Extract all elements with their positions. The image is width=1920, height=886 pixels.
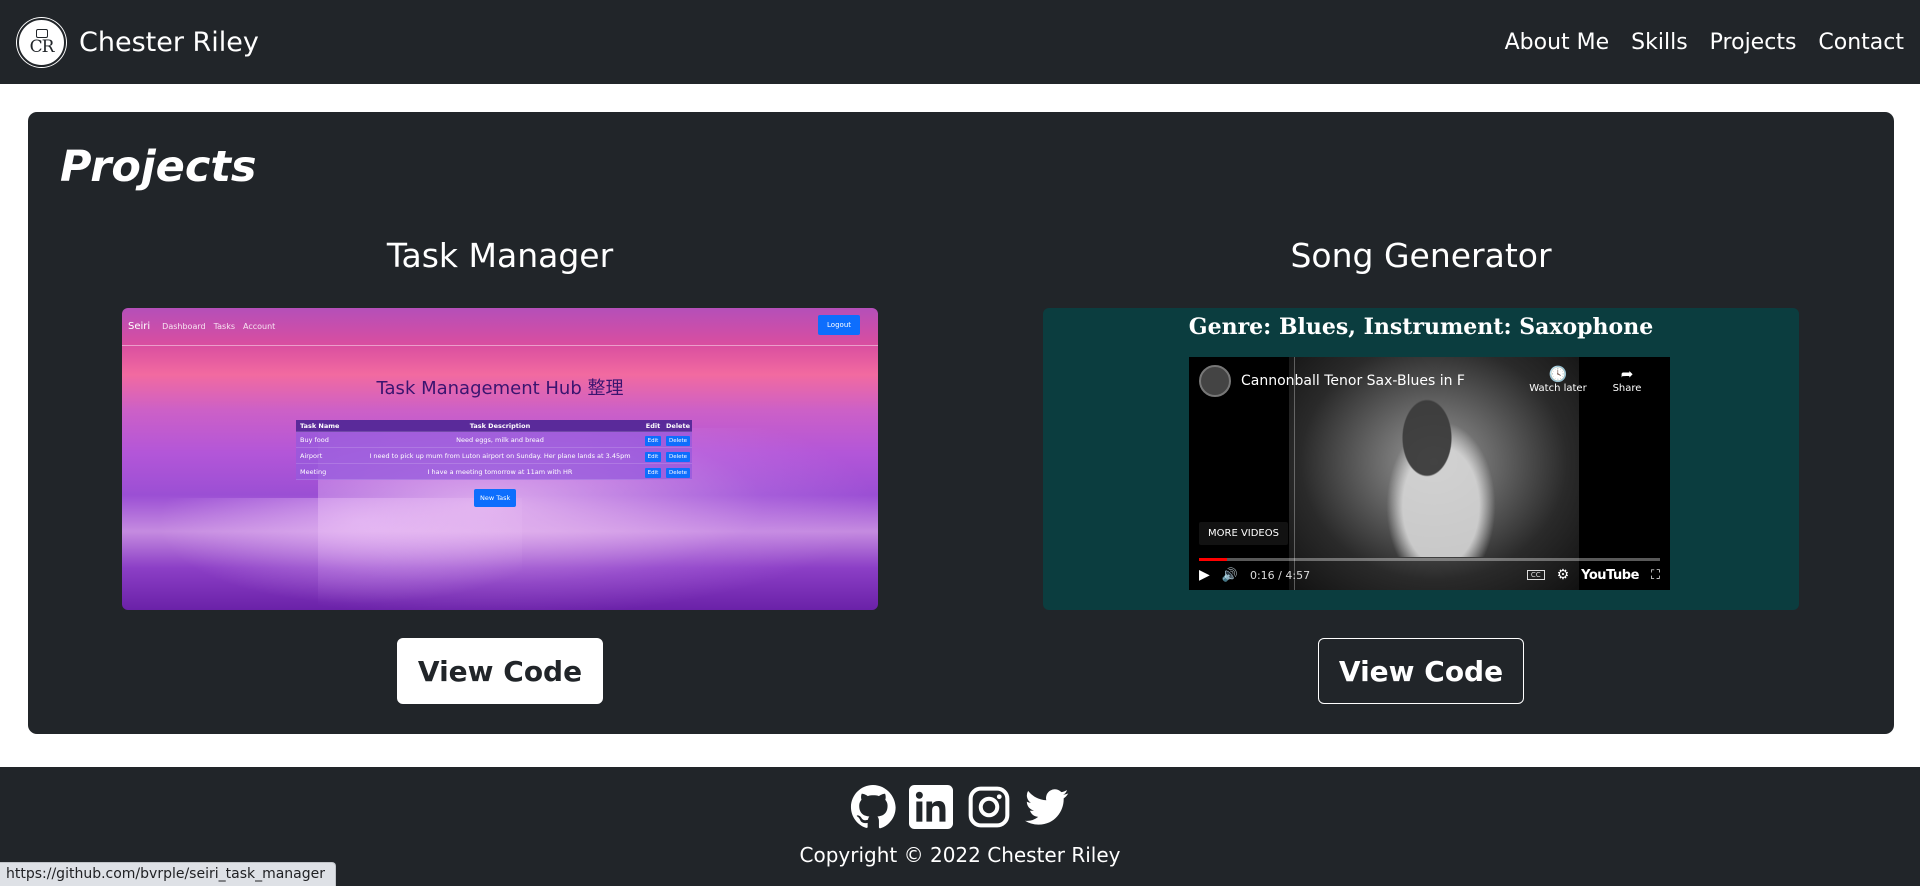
- play-icon[interactable]: ▶: [1199, 567, 1210, 583]
- project-song-generator: Song Generator Genre: Blues, Instrument:…: [1043, 236, 1799, 704]
- twitter-icon[interactable]: [1024, 784, 1070, 830]
- navbar: CR Chester Riley About Me Skills Project…: [0, 0, 1920, 84]
- section-title: Projects: [60, 142, 257, 192]
- share-icon: ➦: [1620, 365, 1634, 383]
- instagram-icon[interactable]: [966, 784, 1012, 830]
- nav-link-contact[interactable]: Contact: [1818, 30, 1904, 55]
- task-manager-screenshot: Seiri Dashboard Tasks Account Logout Tas…: [122, 308, 878, 610]
- watch-later-button[interactable]: 🕓 Watch later: [1525, 365, 1591, 394]
- more-videos-button[interactable]: MORE VIDEOS: [1199, 522, 1288, 545]
- youtube-logo[interactable]: YouTube: [1581, 568, 1639, 583]
- volume-icon[interactable]: 🔊: [1222, 568, 1238, 583]
- youtube-embed[interactable]: Cannonball Tenor Sax-Blues in F 🕓 Watch …: [1189, 357, 1670, 590]
- brand[interactable]: CR Chester Riley: [17, 17, 259, 67]
- projects-section: Projects Task Manager Seiri Dashboard Ta…: [28, 112, 1894, 734]
- screenshot-nav-dashboard: Dashboard: [162, 322, 206, 331]
- view-code-button-task-manager[interactable]: View Code: [397, 638, 603, 704]
- share-button[interactable]: ➦ Share: [1594, 365, 1660, 394]
- github-icon[interactable]: [850, 784, 896, 830]
- screenshot-new-task-button: New Task: [474, 489, 517, 507]
- project-title: Song Generator: [1290, 236, 1552, 275]
- project-title: Task Manager: [386, 236, 614, 275]
- project-task-manager: Task Manager Seiri Dashboard Tasks Accou…: [122, 236, 878, 704]
- screenshot-hub-title: Task Management Hub 整理: [376, 378, 624, 399]
- nav-link-about-me[interactable]: About Me: [1505, 30, 1610, 55]
- screenshot-logout-button: Logout: [818, 315, 860, 335]
- brand-name[interactable]: Chester Riley: [79, 27, 259, 58]
- video-title-bar: Cannonball Tenor Sax-Blues in F: [1199, 365, 1465, 397]
- table-row: Buy food Need eggs, milk and bread Edit …: [296, 432, 692, 448]
- table-row: Meeting I have a meeting tomorrow at 11a…: [296, 464, 692, 480]
- linkedin-icon[interactable]: [908, 784, 954, 830]
- screenshot-nav-tasks: Tasks: [213, 322, 236, 331]
- video-title: Cannonball Tenor Sax-Blues in F: [1241, 373, 1465, 389]
- fullscreen-icon[interactable]: ⛶: [1651, 568, 1660, 583]
- clock-icon: 🕓: [1548, 365, 1568, 383]
- screenshot-nav-account: Account: [243, 322, 276, 331]
- screenshot-task-table: Task Name Task Description Edit Delete B…: [296, 420, 692, 480]
- channel-avatar: [1199, 365, 1231, 397]
- video-time: 0:16 / 4:57: [1249, 568, 1311, 582]
- settings-gear-icon[interactable]: ⚙: [1557, 567, 1570, 583]
- nav-links: About Me Skills Projects Contact: [1505, 30, 1904, 55]
- video-progress-bar[interactable]: [1199, 558, 1660, 561]
- song-generator-screenshot: Genre: Blues, Instrument: Saxophone Cann…: [1043, 308, 1799, 610]
- genre-line: Genre: Blues, Instrument: Saxophone: [1188, 314, 1654, 340]
- nav-link-projects[interactable]: Projects: [1710, 30, 1797, 55]
- screenshot-navbar: Seiri Dashboard Tasks Account: [122, 308, 878, 346]
- table-header-row: Task Name Task Description Edit Delete: [296, 420, 692, 432]
- screenshot-brand: Seiri: [128, 321, 151, 332]
- video-controls: ▶ 🔊 0:16 / 4:57 CC ⚙ YouTube ⛶: [1199, 565, 1660, 585]
- table-row: Airport I need to pick up mum from Luton…: [296, 448, 692, 464]
- nav-link-skills[interactable]: Skills: [1631, 30, 1688, 55]
- view-code-button-song-generator[interactable]: View Code: [1318, 638, 1524, 704]
- social-links: [0, 784, 1920, 830]
- captions-icon[interactable]: CC: [1526, 570, 1545, 580]
- link-preview-statusbar: https://github.com/bvrple/seiri_task_man…: [0, 862, 337, 886]
- logo-icon[interactable]: CR: [17, 17, 66, 67]
